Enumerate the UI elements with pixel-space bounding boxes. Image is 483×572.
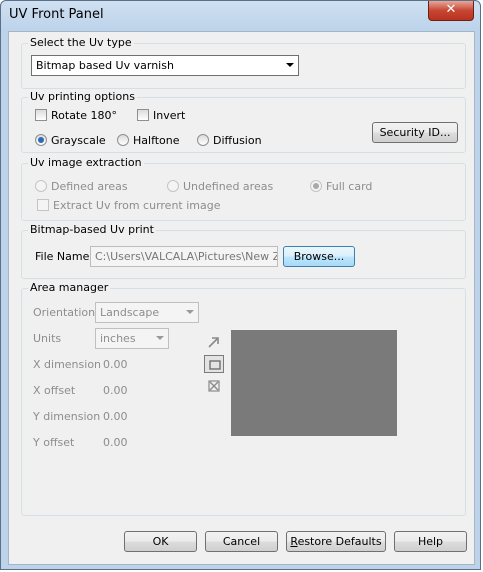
units-select[interactable]: inches — [95, 328, 169, 349]
units-label: Units — [33, 332, 62, 345]
rotate-180-checkbox[interactable] — [35, 109, 47, 121]
chevron-down-icon — [156, 336, 164, 340]
uv-type-group: Select the Uv type Bitmap based Uv varni… — [21, 36, 466, 89]
grayscale-label: Grayscale — [51, 134, 106, 147]
y-dimension-label: Y dimension — [33, 410, 101, 423]
orientation-select-value: Landscape — [100, 306, 160, 319]
cancel-button[interactable]: Cancel — [205, 531, 278, 552]
printing-options-group: Uv printing options Rotate 180° Invert G… — [21, 90, 466, 153]
window-title: UV Front Panel — [9, 7, 104, 22]
y-offset-value: 0.00 — [103, 436, 128, 449]
x-dimension-value: 0.00 — [103, 358, 128, 371]
dialog-client-area: Select the Uv type Bitmap based Uv varni… — [8, 31, 475, 565]
uv-type-group-label: Select the Uv type — [28, 36, 134, 49]
printing-options-group-label: Uv printing options — [28, 90, 137, 103]
bitmap-print-group: Bitmap-based Uv print File Name C:\Users… — [21, 223, 466, 279]
y-dimension-value: 0.00 — [103, 410, 128, 423]
undefined-areas-label: Undefined areas — [183, 180, 274, 193]
uv-type-select[interactable]: Bitmap based Uv varnish — [31, 55, 299, 76]
invert-checkbox[interactable] — [137, 109, 149, 121]
grayscale-radio[interactable] — [35, 134, 47, 146]
x-offset-value: 0.00 — [103, 384, 128, 397]
uv-front-panel-window: UV Front Panel ✕ Select the Uv type Bitm… — [0, 0, 481, 570]
undefined-areas-radio[interactable] — [167, 180, 179, 192]
extract-uv-label: Extract Uv from current image — [53, 199, 221, 212]
x-offset-label: X offset — [33, 384, 76, 397]
full-card-label: Full card — [326, 180, 373, 193]
security-id-button[interactable]: Security ID... — [372, 122, 458, 143]
orientation-select[interactable]: Landscape — [95, 302, 199, 323]
defined-areas-label: Defined areas — [51, 180, 128, 193]
diffusion-radio[interactable] — [197, 134, 209, 146]
file-name-field[interactable]: C:\Users\VALCALA\Pictures\New Zebra — [90, 246, 278, 267]
restore-defaults-button[interactable]: Restore Defaults — [286, 531, 386, 552]
halftone-radio[interactable] — [117, 134, 129, 146]
draw-rectangle-icon[interactable] — [204, 355, 224, 373]
uv-type-select-value: Bitmap based Uv varnish — [36, 59, 174, 72]
file-name-label: File Name — [35, 250, 90, 263]
x-dimension-label: X dimension — [33, 358, 102, 371]
rotate-180-label: Rotate 180° — [51, 109, 118, 122]
image-extraction-group-label: Uv image extraction — [28, 156, 144, 169]
full-card-radio[interactable] — [310, 180, 322, 192]
diffusion-label: Diffusion — [213, 134, 262, 147]
close-icon[interactable]: ✕ — [428, 1, 474, 21]
area-manager-group-label: Area manager — [28, 281, 111, 294]
y-offset-label: Y offset — [33, 436, 75, 449]
halftone-label: Halftone — [133, 134, 180, 147]
invert-label: Invert — [153, 109, 186, 122]
defined-areas-radio[interactable] — [35, 180, 47, 192]
chevron-down-icon — [286, 63, 294, 67]
title-bar[interactable]: UV Front Panel ✕ — [1, 1, 480, 31]
orientation-label: Orientation — [33, 306, 96, 319]
extract-uv-checkbox[interactable] — [37, 199, 49, 211]
ok-button[interactable]: OK — [124, 531, 197, 552]
image-extraction-group: Uv image extraction Defined areas Undefi… — [21, 156, 466, 221]
browse-button[interactable]: Browse... — [283, 246, 355, 267]
restore-defaults-mnemonic: R — [290, 535, 298, 548]
units-select-value: inches — [100, 332, 136, 345]
area-manager-group: Area manager Orientation Landscape Units… — [21, 281, 466, 516]
delete-area-icon[interactable] — [204, 377, 224, 395]
restore-defaults-label: estore Defaults — [297, 535, 382, 548]
chevron-down-icon — [186, 310, 194, 314]
area-preview-canvas[interactable] — [231, 330, 397, 436]
bitmap-print-group-label: Bitmap-based Uv print — [28, 223, 156, 236]
help-button[interactable]: Help — [394, 531, 467, 552]
select-arrow-icon[interactable] — [204, 333, 224, 351]
